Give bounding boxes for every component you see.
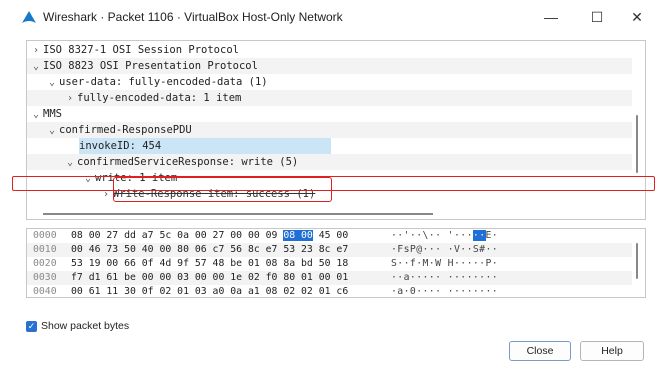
hex-offset: 0010 — [33, 244, 57, 255]
wireshark-fin-icon — [22, 11, 36, 23]
hex-ascii-selected: ·· — [472, 230, 486, 241]
minimize-button[interactable]: — — [531, 4, 571, 30]
tree-row-label: MMS — [43, 108, 62, 120]
vertical-scrollbar[interactable] — [636, 115, 638, 173]
hex-row: 0020 53 19 00 66 0f 4d 9f 57 48 be 01 08… — [27, 257, 632, 271]
annotation-box-item — [113, 177, 332, 202]
tree-row[interactable]: ⌄ ISO 8823 OSI Presentation Protocol — [27, 58, 632, 74]
hex-ascii-part: E· — [485, 230, 499, 241]
hex-ascii[interactable]: ··a····· ········ — [391, 271, 498, 285]
hex-ascii[interactable]: ·FsP@··· ·V··S#·· — [391, 243, 498, 257]
title-bar: Wireshark · Packet 1106 · VirtualBox Hos… — [0, 0, 661, 34]
chevron-down-icon[interactable]: ⌄ — [45, 75, 59, 91]
tree-row-label: ISO 8327-1 OSI Session Protocol — [43, 44, 239, 56]
hex-ascii[interactable]: S··f·M·W H·····P· — [391, 257, 498, 271]
tree-row-label: fully-encoded-data: 1 item — [77, 92, 242, 104]
tree-row[interactable]: ⌄ user-data: fully-encoded-data (1) — [27, 74, 632, 90]
hex-bytes[interactable]: f7 d1 61 be 00 00 03 00 00 1e 02 f0 80 0… — [71, 271, 348, 285]
hex-ascii[interactable]: ·a·0···· ········ — [391, 285, 498, 297]
help-button[interactable]: Help — [580, 341, 644, 361]
tree-row-label: confirmedServiceResponse: write (5) — [77, 156, 299, 168]
show-packet-bytes-checkbox[interactable]: ✓ — [26, 321, 37, 332]
annotation-box-row — [12, 176, 655, 191]
tree-row[interactable]: › fully-encoded-data: 1 item — [27, 90, 632, 106]
hex-ascii[interactable]: ··'··\·· '·····E· — [391, 229, 498, 243]
maximize-button[interactable]: ☐ — [577, 4, 617, 30]
vertical-scrollbar[interactable] — [636, 243, 638, 279]
hex-row: 0040 00 61 11 30 0f 02 01 03 a0 0a a1 08… — [27, 285, 632, 297]
hex-bytes-part: 08 00 27 dd a7 5c 0a 00 27 00 00 09 — [71, 230, 284, 241]
horizontal-scrollbar[interactable] — [43, 213, 433, 215]
hex-row: 0030 f7 d1 61 be 00 00 03 00 00 1e 02 f0… — [27, 271, 632, 285]
tree-row-label: confirmed-ResponsePDU — [59, 124, 192, 136]
tree-row[interactable]: ⌄ confirmed-ResponsePDU — [27, 122, 632, 138]
chevron-right-icon[interactable]: › — [63, 91, 77, 107]
hex-ascii-part: ··'··\·· '··· — [391, 230, 473, 241]
packet-bytes-pane[interactable]: 0000 08 00 27 dd a7 5c 0a 00 27 00 00 09… — [26, 228, 646, 298]
hex-bytes[interactable]: 00 46 73 50 40 00 80 06 c7 56 8c e7 53 2… — [71, 243, 348, 257]
chevron-down-icon[interactable]: ⌄ — [29, 107, 43, 123]
show-packet-bytes-label[interactable]: Show packet bytes — [41, 320, 129, 332]
hex-bytes-selected: 08 00 — [283, 230, 313, 241]
tree-row-label: user-data: fully-encoded-data (1) — [59, 76, 268, 88]
checkmark-icon: ✓ — [27, 321, 36, 331]
hex-offset: 0040 — [33, 286, 57, 297]
hex-bytes[interactable]: 53 19 00 66 0f 4d 9f 57 48 be 01 08 8a b… — [71, 257, 348, 271]
chevron-down-icon[interactable]: ⌄ — [45, 123, 59, 139]
hex-row: 0000 08 00 27 dd a7 5c 0a 00 27 00 00 09… — [27, 229, 632, 243]
hex-offset: 0000 — [33, 230, 57, 241]
tree-row[interactable]: ⌄ confirmedServiceResponse: write (5) — [27, 154, 632, 170]
chevron-right-icon[interactable]: › — [29, 43, 43, 59]
window-title: Wireshark · Packet 1106 · VirtualBox Hos… — [43, 10, 343, 24]
hex-bytes[interactable]: 08 00 27 dd a7 5c 0a 00 27 00 00 09 08 0… — [71, 229, 348, 243]
tree-row[interactable]: ⌄ MMS — [27, 106, 632, 122]
tree-row-label: invokeID: 454 — [79, 138, 332, 154]
chevron-down-icon[interactable]: ⌄ — [63, 155, 77, 171]
close-button[interactable]: Close — [509, 341, 571, 361]
chevron-down-icon[interactable]: ⌄ — [29, 59, 43, 75]
hex-offset: 0030 — [33, 272, 57, 283]
tree-row-label: ISO 8823 OSI Presentation Protocol — [43, 60, 258, 72]
hex-bytes[interactable]: 00 61 11 30 0f 02 01 03 a0 0a a1 08 02 0… — [71, 285, 348, 297]
tree-row-selected[interactable]: invokeID: 454 — [27, 138, 632, 154]
hex-row: 0010 00 46 73 50 40 00 80 06 c7 56 8c e7… — [27, 243, 632, 257]
hex-bytes-part: 45 00 — [312, 230, 349, 241]
close-window-button[interactable]: ✕ — [617, 4, 657, 30]
tree-row[interactable]: › ISO 8327-1 OSI Session Protocol — [27, 42, 632, 58]
hex-offset: 0020 — [33, 258, 57, 269]
